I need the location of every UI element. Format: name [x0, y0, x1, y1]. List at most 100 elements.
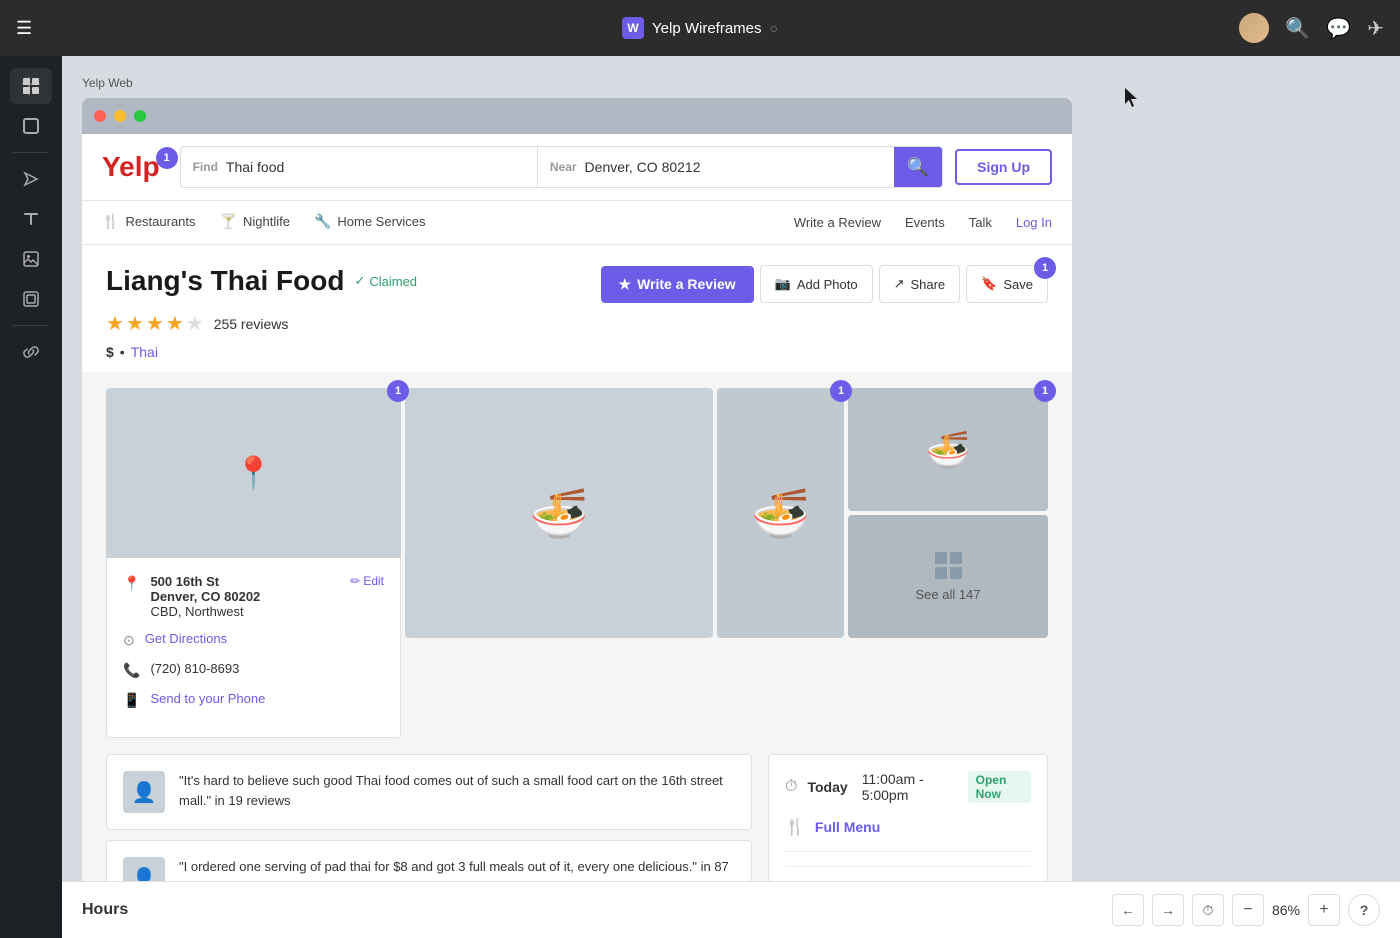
photo-right-area: 1 🍜 See all [848, 388, 1048, 738]
review-text-1: "It's hard to believe such good Thai foo… [179, 771, 735, 813]
photo-right-top[interactable]: 🍜 [848, 388, 1048, 511]
photos-info-row: 1 📍 📍 500 16th St Denver, CO 80202 [82, 372, 1072, 738]
stars: ★ ★ ★ ★ ★ [106, 311, 204, 336]
write-review-button[interactable]: ★ Write a Review [601, 266, 754, 303]
edit-link[interactable]: ✏ Edit [350, 574, 384, 588]
claimed-label: Claimed [369, 274, 417, 289]
mobile-icon: 📱 [123, 692, 140, 709]
toolbar-left: ☰ [16, 18, 32, 39]
address-neighborhood: CBD, Northwest [150, 604, 260, 619]
menu-icon: 🍴 [785, 817, 805, 837]
sidebar-tool-component[interactable] [10, 281, 52, 317]
left-sidebar [0, 56, 62, 938]
map-placeholder: 1 📍 [106, 388, 401, 558]
frame-label: Yelp Web [82, 76, 1380, 90]
nav-nightlife[interactable]: 🍸 Nightlife [220, 201, 290, 244]
business-name-claimed: Liang's Thai Food ✓ Claimed [106, 265, 417, 297]
app-icon: W [622, 17, 644, 39]
hamburger-icon[interactable]: ☰ [16, 18, 32, 39]
add-photo-label: Add Photo [797, 277, 858, 292]
reviewer-avatar-1: 👤 [123, 771, 165, 813]
browser-dot-green [134, 110, 146, 122]
signup-button[interactable]: Sign Up [955, 149, 1052, 185]
avatar-image [1239, 13, 1269, 43]
food-bowl-icon-3: 🍜 [926, 429, 971, 471]
restaurants-icon: 🍴 [102, 213, 119, 230]
toolbar-center: W Yelp Wireframes ○ [622, 17, 778, 39]
nav-login[interactable]: Log In [1016, 215, 1052, 230]
nightlife-icon: 🍸 [220, 213, 237, 230]
main-area: Yelp Web Yelp 1 Find [0, 56, 1400, 938]
browser-frame: Yelp 1 Find Thai food Near Denver, CO 80… [82, 98, 1072, 938]
logo-badge: 1 [156, 147, 178, 169]
messages-icon[interactable]: 💬 [1326, 16, 1351, 41]
nav-events[interactable]: Events [905, 215, 945, 230]
edit-icon: ✏ [350, 574, 360, 588]
open-badge: Open Now [968, 771, 1031, 803]
save-label: Save [1003, 277, 1033, 292]
zoom-in-button[interactable]: + [1308, 894, 1340, 926]
zoom-out-button[interactable]: − [1232, 894, 1264, 926]
forward-button[interactable]: → [1152, 894, 1184, 926]
sidebar-tool-image[interactable] [10, 241, 52, 277]
clock-icon: ⏱ [785, 778, 797, 796]
nav-controls: ← → ⏱ − 86% + ? [1112, 894, 1380, 926]
photo-main[interactable]: 🍜 [405, 388, 713, 638]
sidebar-divider-1 [13, 152, 49, 153]
photo-middle-badge: 1 [830, 380, 852, 402]
full-menu-link[interactable]: Full Menu [815, 819, 880, 835]
location-icon: 📍 [123, 575, 140, 592]
sidebar-tool-text[interactable] [10, 201, 52, 237]
star-3: ★ [146, 311, 164, 336]
star-icon: ★ [619, 276, 632, 293]
search-button[interactable]: 🔍 [894, 147, 942, 187]
search-icon[interactable]: 🔍 [1285, 16, 1310, 41]
category-link[interactable]: Thai [131, 344, 158, 360]
nav-restaurants[interactable]: 🍴 Restaurants [102, 201, 196, 244]
nav-nightlife-label: Nightlife [243, 214, 290, 229]
food-bowl-icon-2: 🍜 [751, 485, 811, 542]
star-2: ★ [126, 311, 144, 336]
hours-label: Hours [82, 901, 128, 919]
near-field[interactable]: Near Denver, CO 80212 [538, 147, 894, 187]
help-button[interactable]: ? [1348, 894, 1380, 926]
browser-dot-yellow [114, 110, 126, 122]
hours-today-row: ⏱ Today 11:00am - 5:00pm Open Now [785, 771, 1031, 803]
browser-dot-red [94, 110, 106, 122]
nav-home-services[interactable]: 🔧 Home Services [314, 201, 426, 244]
add-photo-button[interactable]: 📷 Add Photo [760, 265, 873, 303]
nav-restaurants-label: Restaurants [125, 214, 195, 229]
business-name: Liang's Thai Food [106, 265, 344, 297]
today-label: Today [807, 779, 847, 795]
find-field[interactable]: Find Thai food [181, 147, 538, 187]
history-button[interactable]: ⏱ [1192, 894, 1224, 926]
address-row: 📍 500 16th St Denver, CO 80202 CBD, Nort… [123, 574, 384, 619]
claimed-badge: ✓ Claimed [354, 273, 417, 289]
bookmark-icon: 🔖 [981, 276, 997, 292]
send-phone-row: 📱 Send to your Phone [123, 691, 384, 709]
nav-talk[interactable]: Talk [969, 215, 992, 230]
send-to-phone-link[interactable]: Send to your Phone [150, 691, 265, 706]
sidebar-tool-arrow[interactable] [10, 161, 52, 197]
nav-write-review[interactable]: Write a Review [794, 215, 881, 230]
back-button[interactable]: ← [1112, 894, 1144, 926]
user-avatar[interactable] [1239, 13, 1269, 43]
app-title: Yelp Wireframes [652, 20, 761, 37]
share-label: Share [910, 277, 945, 292]
get-directions-link[interactable]: Get Directions [145, 631, 227, 646]
sidebar-tool-frames[interactable] [10, 68, 52, 104]
photos-strip: 🍜 1 🍜 1 [405, 388, 1048, 738]
action-buttons: ★ Write a Review 📷 Add Photo ↗ Share [601, 265, 1048, 303]
see-all-photos[interactable]: See all 147 [848, 515, 1048, 638]
sidebar-tool-link[interactable] [10, 334, 52, 370]
search-section: Find Thai food Near Denver, CO 80212 🔍 [180, 146, 944, 188]
star-5: ★ [186, 311, 204, 336]
directions-row: ⊙ Get Directions [123, 631, 384, 649]
send-icon[interactable]: ✈ [1367, 16, 1384, 41]
sidebar-tool-select[interactable] [10, 108, 52, 144]
map-info-panel: 1 📍 📍 500 16th St Denver, CO 80202 [106, 388, 401, 738]
share-button[interactable]: ↗ Share [879, 265, 961, 303]
photo-middle[interactable]: 🍜 [717, 388, 844, 638]
save-button-wrapper: 🔖 Save 1 [966, 265, 1048, 303]
sidebar-divider-2 [13, 325, 49, 326]
